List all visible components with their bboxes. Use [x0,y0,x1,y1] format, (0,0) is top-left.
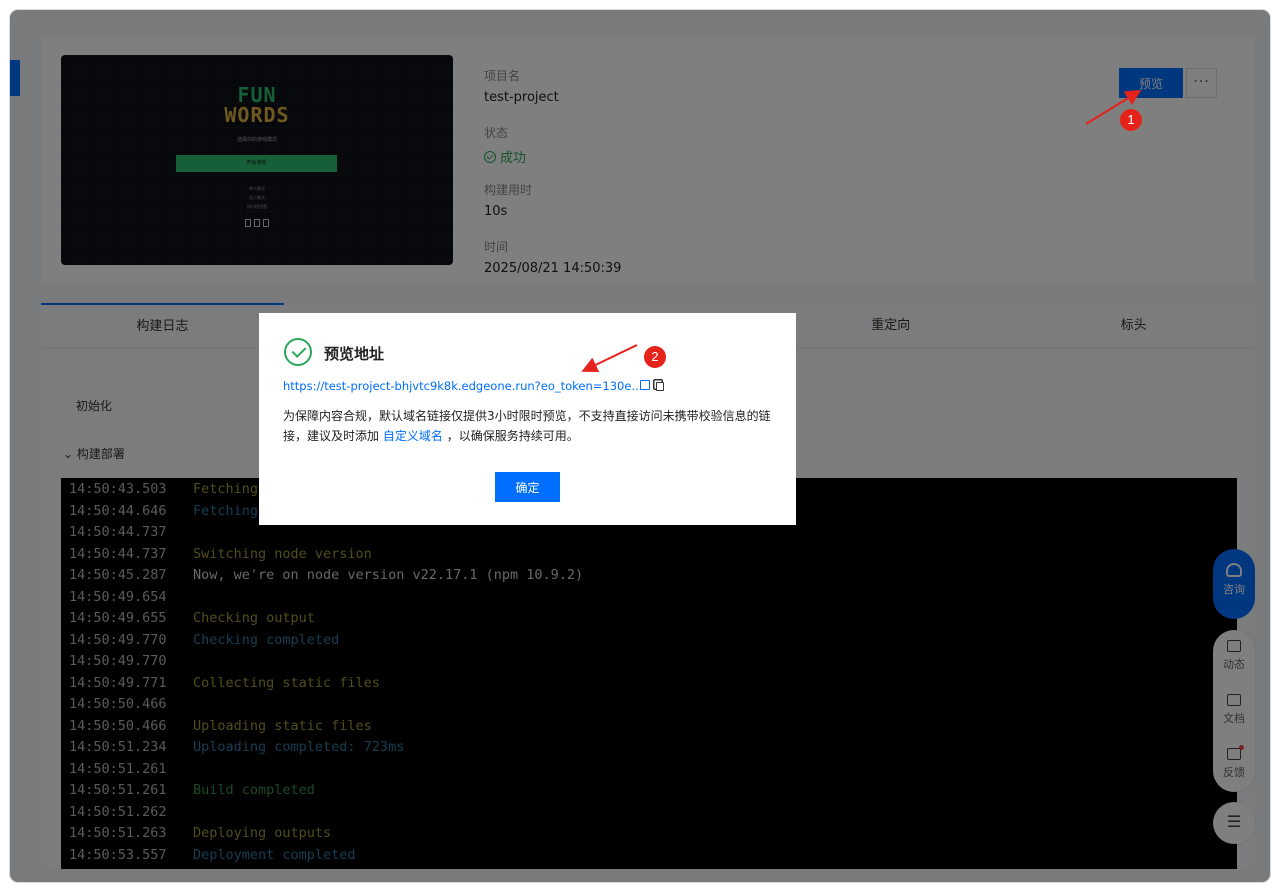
confirm-button[interactable]: 确定 [495,472,560,502]
annotation-badge-1: 1 [1120,109,1142,131]
dialog-description: 为保障内容合规，默认域名链接仅提供3小时限时预览，不支持直接访问未携带校验信息的… [283,406,773,446]
success-check-icon [284,338,312,366]
preview-url-link[interactable]: https://test-project-bhjvtc9k8k.edgeone.… [283,379,642,393]
copy-icon[interactable] [656,382,664,391]
annotation-badge-2: 2 [644,346,666,368]
app-window: FUN WORDS 选择你的游戏模式 开始游戏 单人模式 双人模式 排行榜设置 … [10,10,1270,882]
external-link-icon[interactable] [640,380,650,390]
dialog-title: 预览地址 [324,345,385,363]
preview-url-dialog: 预览地址 https://test-project-bhjvtc9k8k.edg… [259,313,796,525]
desc-text-2: ，以确保服务持续可用。 [446,429,579,443]
custom-domain-link[interactable]: 自定义域名 [383,429,443,443]
